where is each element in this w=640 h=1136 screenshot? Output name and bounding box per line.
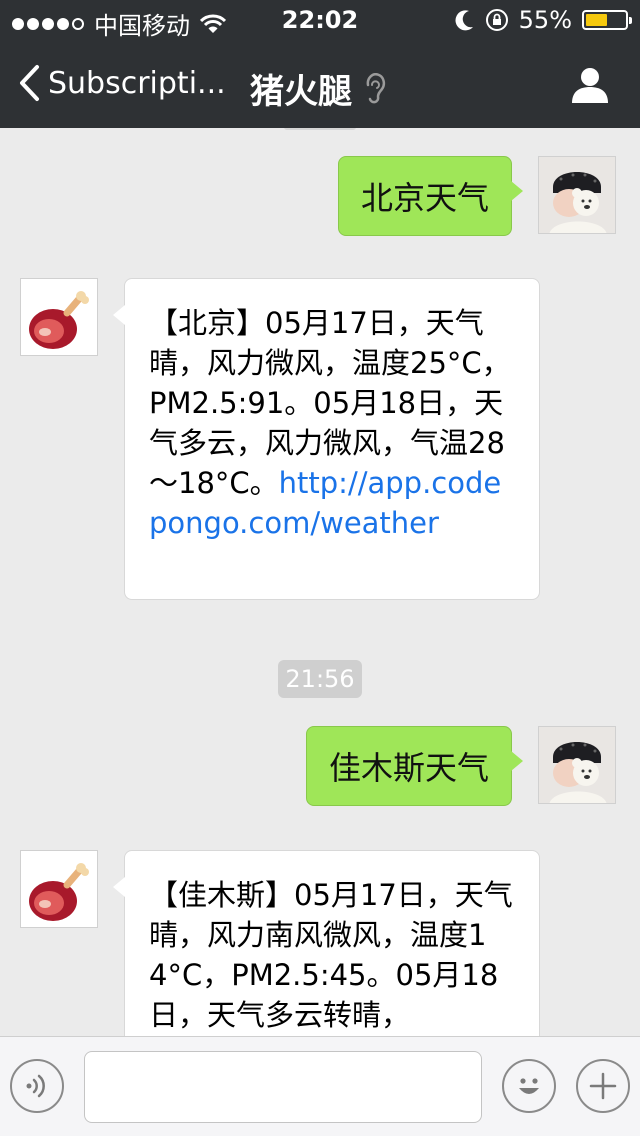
previous-message-edge [284,128,356,130]
ham-avatar-image [21,279,97,355]
profile-button[interactable] [570,66,610,108]
status-bar: 中国移动 22:02 55% [0,0,640,40]
battery-fill [586,14,607,26]
moon-icon [455,10,473,31]
official-account-avatar[interactable] [20,850,98,928]
back-chevron-icon [20,65,39,101]
battery-icon [582,10,632,30]
official-account-avatar[interactable] [20,278,98,356]
ham-avatar-image [21,851,97,927]
more-button[interactable] [576,1059,630,1113]
message-text: 北京天气 [361,179,490,217]
back-button[interactable]: Subscripti... [18,64,226,102]
emoji-button[interactable] [502,1059,556,1113]
user-avatar-image [539,157,615,233]
emoji-icon [519,1078,539,1094]
message-input-bar [0,1036,640,1136]
timestamp-divider: 21:56 [278,660,362,698]
back-label: Subscripti... [48,65,226,101]
outgoing-message-bubble[interactable]: 佳木斯天气 [306,726,523,806]
battery-percent: 55% [518,6,572,34]
plus-icon [589,1072,617,1100]
rotation-lock-icon [485,9,508,31]
profile-icon [572,68,608,103]
message-text: 【佳木斯】05月17日，天气晴，风力南风微风，温度14°C，PM2.5:45。0… [149,878,513,1032]
message-text: 佳木斯天气 [329,749,490,787]
status-right: 55% [455,6,632,34]
chat-title: 猪火腿 [250,72,352,112]
message-text-input[interactable] [84,1051,482,1123]
navigation-bar: Subscripti... 猪火腿 [0,40,640,128]
user-avatar[interactable] [538,726,616,804]
chat-title-group: 猪火腿 [250,64,386,113]
user-avatar-image [539,727,615,803]
outgoing-message-bubble[interactable]: 北京天气 [338,156,523,236]
user-avatar[interactable] [538,156,616,234]
voice-icon [26,1074,45,1098]
voice-button[interactable] [10,1059,64,1113]
incoming-message-bubble[interactable]: 【北京】05月17日，天气晴，风力微风，温度25°C，PM2.5:91。05月1… [113,278,540,600]
chat-message-list[interactable]: 北京天气 【北京】05月17日，天气晴，风力微风，温度25°C，PM2.5:91… [0,128,640,1036]
ear-icon [366,72,386,103]
incoming-message-bubble[interactable]: 【佳木斯】05月17日，天气晴，风力南风微风，温度14°C，PM2.5:45。0… [113,850,540,1036]
